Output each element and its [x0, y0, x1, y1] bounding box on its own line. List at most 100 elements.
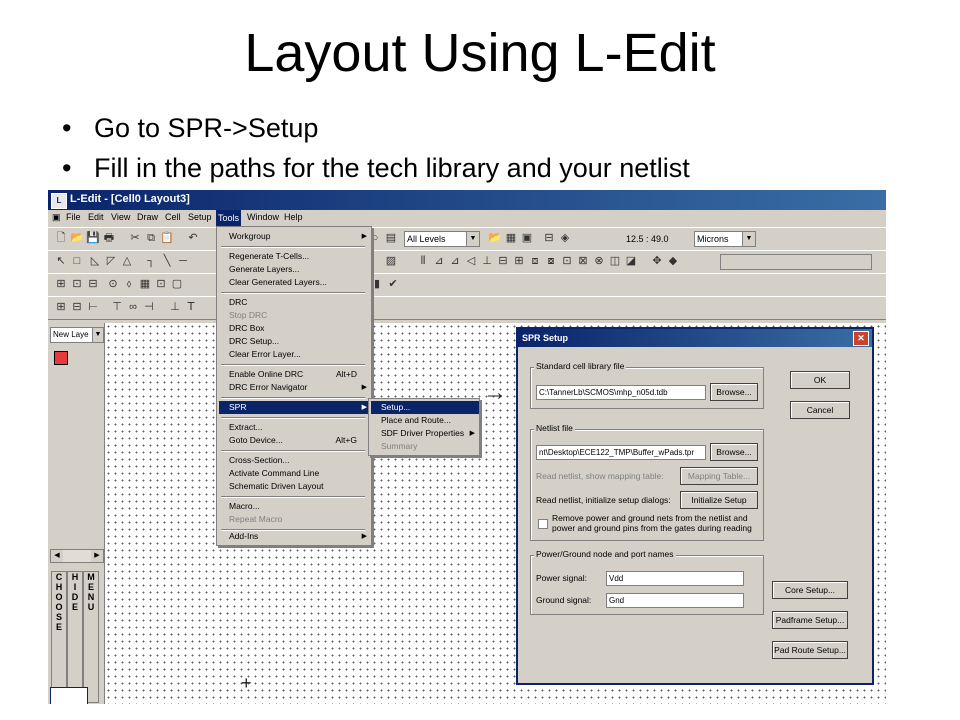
print-icon[interactable]: 🖶	[102, 231, 116, 245]
remove-power-checkbox[interactable]	[538, 519, 548, 529]
menu-item-workgroup[interactable]: Workgroup ▶	[219, 230, 371, 243]
menu-item-activate-command-line[interactable]: Activate Command Line	[219, 467, 371, 480]
ok-button[interactable]: OK	[790, 371, 850, 389]
crosshair-icon[interactable]: ✥	[650, 254, 664, 268]
palette-scrollbar[interactable]: ◀ ▶	[50, 549, 104, 563]
undo-icon[interactable]: ↶	[186, 231, 200, 245]
ground-signal-field[interactable]: Gnd	[606, 593, 744, 608]
layer-palette-icon[interactable]: ▨	[384, 254, 398, 268]
menu-item-macro[interactable]: Macro...	[219, 500, 371, 513]
paste-icon[interactable]: 📋	[160, 231, 174, 245]
layer-view-icon[interactable]: ▤	[384, 231, 398, 245]
align-right-icon[interactable]: ⊿	[448, 254, 462, 268]
menu-window[interactable]: Window	[247, 212, 279, 222]
menu-item-cross-section[interactable]: Cross-Section...	[219, 454, 371, 467]
tab-hide[interactable]: H I D E	[67, 571, 83, 703]
box-tool-icon[interactable]: □	[70, 254, 84, 268]
cross-section-icon[interactable]: ⊤	[110, 300, 124, 314]
distribute-icon[interactable]: ◁	[464, 254, 478, 268]
menu-item-regenerate-tcells[interactable]: Regenerate T-Cells...	[219, 250, 371, 263]
align-left-icon[interactable]: ⫴	[416, 254, 430, 268]
menu-view[interactable]: View	[111, 212, 130, 222]
cell-copy-icon[interactable]: ▦	[504, 231, 518, 245]
browse-std-cell-button[interactable]: Browse...	[710, 383, 758, 401]
drc-flag-icon[interactable]: ▮	[370, 277, 384, 291]
link-icon[interactable]: ∞	[126, 300, 140, 314]
align-bottom-icon[interactable]: ⊞	[512, 254, 526, 268]
pad-route-setup-button[interactable]: Pad Route Setup...	[772, 641, 848, 659]
layer-select[interactable]: New Laye ▼	[50, 327, 104, 343]
grid-icon[interactable]: ⊟	[70, 300, 84, 314]
polygon45-tool-icon[interactable]: ◸	[104, 254, 118, 268]
diagonal-wire-icon[interactable]: ╲	[160, 254, 174, 268]
open-folder-icon[interactable]: 📂	[70, 231, 84, 245]
menu-draw[interactable]: Draw	[137, 212, 158, 222]
rotate-icon[interactable]: ⊡	[70, 277, 84, 291]
align-center-icon[interactable]: ⊿	[432, 254, 446, 268]
marker-icon[interactable]: ◆	[666, 254, 680, 268]
grow-icon[interactable]: ◫	[608, 254, 622, 268]
menu-edit[interactable]: Edit	[88, 212, 104, 222]
menu-item-spr[interactable]: SPR ▶	[219, 401, 371, 414]
menu-item-extract[interactable]: Extract...	[219, 421, 371, 434]
mini-navigator[interactable]	[50, 687, 88, 704]
drc-check-icon[interactable]: ✔	[386, 277, 400, 291]
menu-item-clear-error-layer[interactable]: Clear Error Layer...	[219, 348, 371, 361]
array-icon[interactable]: ▦	[138, 277, 152, 291]
tab-choose[interactable]: C H O O S E	[51, 571, 67, 703]
power-signal-field[interactable]: Vdd	[606, 571, 744, 586]
menu-item-drc-box[interactable]: DRC Box	[219, 322, 371, 335]
close-icon[interactable]: ✕	[853, 331, 869, 346]
menu-item-drc[interactable]: DRC	[219, 296, 371, 309]
instance-icon[interactable]: ⊡	[154, 277, 168, 291]
menu-file[interactable]: File	[66, 212, 81, 222]
layer-color-swatch[interactable]	[54, 351, 68, 365]
save-icon[interactable]: 💾	[86, 231, 100, 245]
core-setup-button[interactable]: Core Setup...	[772, 581, 848, 599]
boolean-icon[interactable]: ⊗	[592, 254, 606, 268]
scroll-left-icon[interactable]: ◀	[51, 550, 63, 562]
initialize-setup-button[interactable]: Initialize Setup	[680, 491, 758, 509]
slice-icon[interactable]: ◪	[624, 254, 638, 268]
menu-cell[interactable]: Cell	[165, 212, 181, 222]
tab-menu[interactable]: M E N U	[83, 571, 99, 703]
select-arrow-icon[interactable]: ↖	[54, 254, 68, 268]
flatten-icon[interactable]: ⊡	[560, 254, 574, 268]
menu-setup[interactable]: Setup	[188, 212, 212, 222]
text-tool-icon[interactable]: 𝖳	[184, 300, 198, 314]
browse-netlist-button[interactable]: Browse...	[710, 443, 758, 461]
cell-instance-icon[interactable]: ▣	[520, 231, 534, 245]
menu-item-generate-layers[interactable]: Generate Layers...	[219, 263, 371, 276]
snap-icon[interactable]: ⊞	[54, 300, 68, 314]
cut-icon[interactable]: ✂	[128, 231, 142, 245]
copy-icon[interactable]: ⧉	[144, 231, 158, 245]
triangle-tool-icon[interactable]: △	[120, 254, 134, 268]
menu-item-place-and-route[interactable]: Place and Route...	[371, 414, 479, 427]
polygon-tool-icon[interactable]: ◺	[88, 254, 102, 268]
menu-item-spr-setup[interactable]: Setup...	[371, 401, 479, 414]
menu-help[interactable]: Help	[284, 212, 303, 222]
ungroup-icon[interactable]: ⧇	[544, 254, 558, 268]
menu-item-drc-setup[interactable]: DRC Setup...	[219, 335, 371, 348]
scroll-right-icon[interactable]: ▶	[91, 550, 103, 562]
menu-item-add-ins[interactable]: Add-Ins ▶	[219, 530, 371, 543]
align-top-icon[interactable]: ⊥	[480, 254, 494, 268]
menu-item-drc-error-navigator[interactable]: DRC Error Navigator ▶	[219, 381, 371, 394]
merge-icon[interactable]: ⊠	[576, 254, 590, 268]
port-icon[interactable]: ⊙	[106, 277, 120, 291]
hierarchy-icon[interactable]: ⊟	[542, 231, 556, 245]
new-file-icon[interactable]: 🗋	[54, 231, 68, 245]
edit-cell-icon[interactable]: ⊞	[54, 277, 68, 291]
units-select[interactable]: Microns ▼	[694, 231, 756, 247]
node-icon[interactable]: ⊥	[168, 300, 182, 314]
netlist-path-field[interactable]: nt\Desktop\ECE122_TMP\Buffer_wPads.tpr	[536, 445, 706, 460]
align-middle-icon[interactable]: ⊟	[496, 254, 510, 268]
flip-icon[interactable]: ⊟	[86, 277, 100, 291]
orthogonal-icon[interactable]: ⊢	[86, 300, 100, 314]
ruler-icon[interactable]: ⬨	[122, 277, 136, 291]
menu-item-schematic-driven-layout[interactable]: Schematic Driven Layout	[219, 480, 371, 493]
padframe-setup-button[interactable]: Padframe Setup...	[772, 611, 848, 629]
library-icon[interactable]: ◈	[558, 231, 572, 245]
command-field[interactable]	[720, 254, 872, 270]
menu-item-clear-generated-layers[interactable]: Clear Generated Layers...	[219, 276, 371, 289]
